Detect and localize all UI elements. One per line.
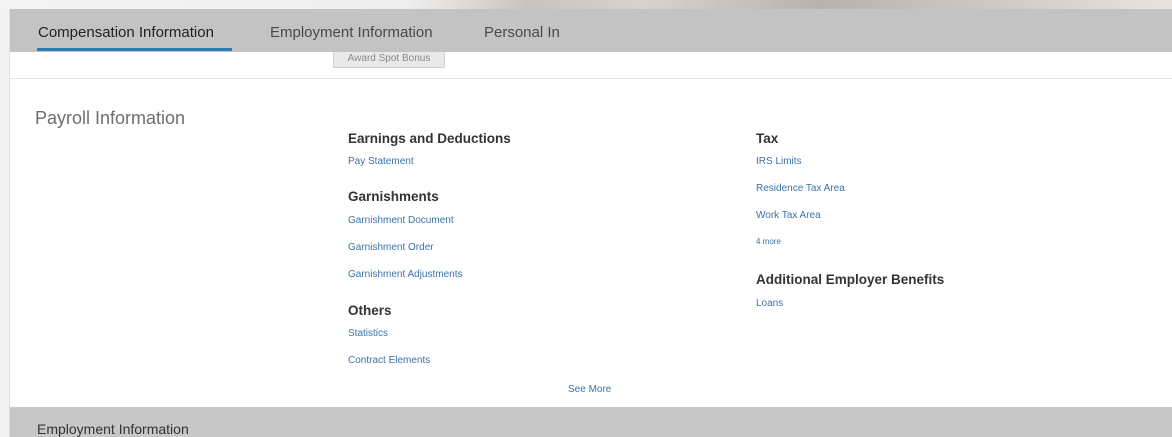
tab-employment-information[interactable]: Employment Information [270, 24, 433, 41]
award-spot-bonus-button[interactable]: Award Spot Bonus [333, 52, 445, 68]
loans-link[interactable]: Loans [756, 298, 783, 309]
work-tax-area-link[interactable]: Work Tax Area [756, 210, 821, 221]
tax-more-link[interactable]: 4 more [756, 237, 781, 246]
employment-information-header[interactable]: Employment Information [10, 407, 1172, 437]
page-frame: Compensation Information Employment Info… [9, 9, 1172, 437]
statistics-link[interactable]: Statistics [348, 328, 388, 339]
window-top-strip [0, 0, 1172, 9]
irs-limits-link[interactable]: IRS Limits [756, 156, 802, 167]
tab-bar: Compensation Information Employment Info… [10, 9, 1172, 52]
employment-information-title: Employment Information [37, 421, 189, 437]
earnings-deductions-title: Earnings and Deductions [348, 131, 511, 146]
section-title: Payroll Information [35, 108, 186, 128]
garnishment-order-link[interactable]: Garnishment Order [348, 242, 434, 253]
tab-compensation-information[interactable]: Compensation Information [38, 24, 214, 41]
additional-employer-benefits-title: Additional Employer Benefits [756, 272, 945, 287]
garnishment-document-link[interactable]: Garnishment Document [348, 215, 454, 226]
tab-personal-information[interactable]: Personal In [484, 24, 560, 41]
payroll-information-section: Payroll Information Earnings and Deducti… [10, 80, 1172, 406]
tax-title: Tax [756, 131, 779, 146]
garnishments-title: Garnishments [348, 189, 439, 204]
others-title: Others [348, 303, 392, 318]
see-more-link[interactable]: See More [568, 384, 611, 395]
residence-tax-area-link[interactable]: Residence Tax Area [756, 183, 845, 194]
pay-statement-link[interactable]: Pay Statement [348, 156, 414, 167]
contract-elements-link[interactable]: Contract Elements [348, 355, 430, 366]
garnishment-adjustments-link[interactable]: Garnishment Adjustments [348, 269, 463, 280]
previous-section-tail: Award Spot Bonus [10, 52, 1172, 79]
active-tab-indicator [37, 48, 232, 51]
